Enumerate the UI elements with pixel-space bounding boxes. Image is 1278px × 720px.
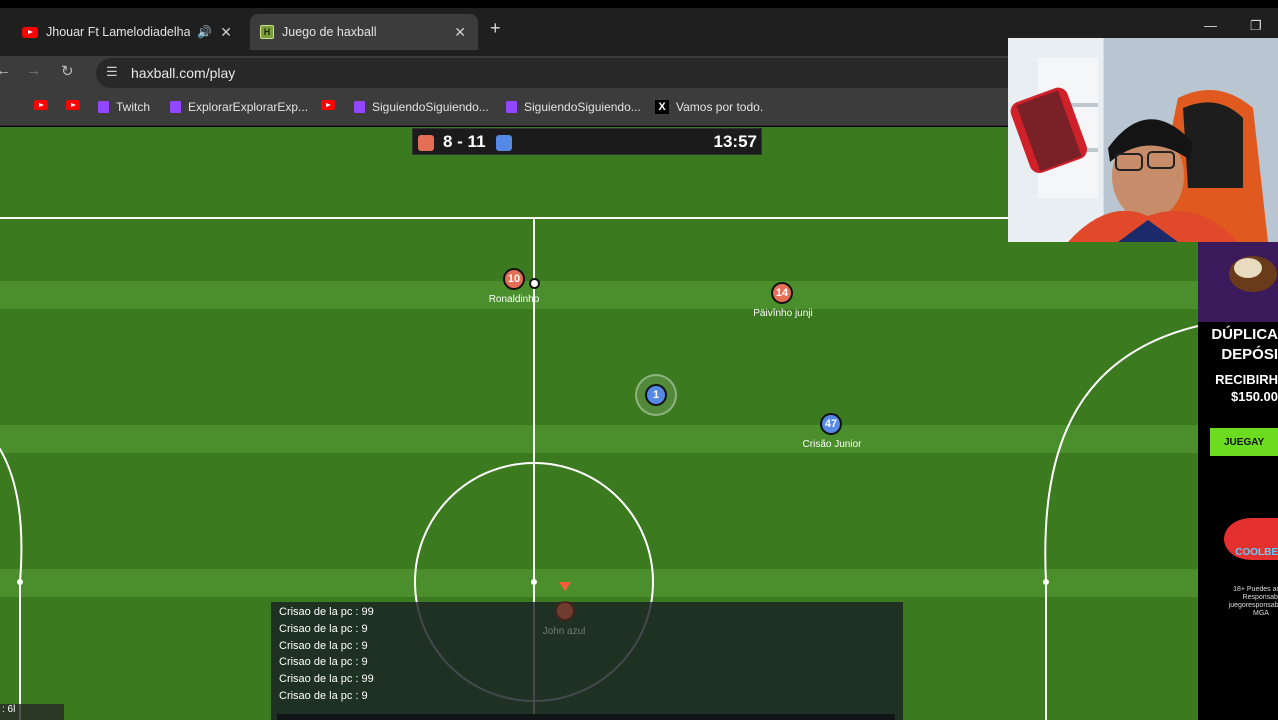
ad-line2: DEPÓSI bbox=[1221, 346, 1278, 363]
player-number: 10 bbox=[507, 273, 521, 285]
close-tab-icon[interactable]: ✕ bbox=[454, 24, 466, 41]
player-name: Ronaldinho bbox=[488, 294, 540, 305]
player-red: 14 bbox=[771, 282, 793, 304]
new-tab-button[interactable]: + bbox=[490, 18, 501, 39]
bookmark-youtube[interactable] bbox=[321, 100, 335, 110]
ad-line1: DÚPLICA bbox=[1211, 326, 1278, 343]
bookmark-x[interactable]: X Vamos por todo. bbox=[655, 100, 763, 114]
youtube-icon bbox=[321, 100, 335, 110]
back-icon[interactable]: ← bbox=[0, 62, 11, 79]
chat-message: Crisao de la pc : 9 bbox=[279, 623, 368, 635]
player-name: John azul bbox=[542, 626, 586, 637]
bookmark-label: ExplorarExplorarExp... bbox=[188, 100, 309, 114]
site-settings-icon[interactable]: ☰ bbox=[106, 64, 118, 80]
advertisement-banner[interactable]: DÚPLICA DEPÓSI RECIBIRH $150.00 JUEGAY C… bbox=[1198, 242, 1278, 632]
blue-team-icon bbox=[496, 135, 512, 151]
webcam-overlay bbox=[1008, 38, 1278, 242]
url-field[interactable]: ☰ haxball.com/play bbox=[96, 58, 1026, 88]
speaker-icon[interactable]: 🔊 bbox=[197, 25, 212, 39]
ad-line4: $150.00 bbox=[1231, 389, 1278, 404]
player-blue-self: 1 bbox=[645, 384, 667, 406]
ad-line3: RECIBIRH bbox=[1215, 372, 1278, 387]
player-ghost bbox=[555, 601, 575, 621]
player-name: Crisão Junior bbox=[802, 439, 862, 450]
player-number: 47 bbox=[824, 418, 838, 430]
bookmark-youtube[interactable] bbox=[66, 100, 80, 110]
webcam-person-image bbox=[1008, 38, 1278, 242]
youtube-icon bbox=[22, 26, 38, 38]
player-blue: 47 bbox=[820, 413, 842, 435]
ad-disclaimer: 18+ Puedes adicti Responsabl juegorespon… bbox=[1228, 586, 1278, 617]
player-number: 1 bbox=[652, 389, 660, 401]
bookmark-twitch[interactable]: SiguiendoSiguiendo... bbox=[506, 100, 641, 114]
x-icon: X bbox=[655, 100, 669, 114]
bookmark-label: SiguiendoSiguiendo... bbox=[372, 100, 489, 114]
forward-icon[interactable]: → bbox=[26, 62, 41, 79]
url-text: haxball.com/play bbox=[131, 65, 236, 81]
twitch-icon bbox=[170, 101, 181, 113]
scoreboard: 8 - 11 13:57 bbox=[412, 128, 762, 155]
corner-stat: : 6l bbox=[0, 704, 64, 720]
ad-background bbox=[1198, 632, 1278, 720]
player-red: 10 bbox=[503, 268, 525, 290]
bookmark-label: SiguiendoSiguiendo... bbox=[524, 100, 641, 114]
youtube-icon bbox=[66, 100, 80, 110]
minimize-icon[interactable]: — bbox=[1204, 18, 1217, 33]
ad-brand: COOLBE bbox=[1235, 547, 1278, 558]
player-name: Päivînho junji bbox=[753, 308, 813, 319]
reload-icon[interactable]: ↻ bbox=[61, 62, 74, 80]
chat-message: Crisao de la pc : 9 bbox=[279, 656, 368, 668]
ad-image bbox=[1198, 242, 1278, 322]
red-team-icon bbox=[418, 135, 434, 151]
chat-message: Crisao de la pc : 9 bbox=[279, 690, 368, 702]
twitch-icon bbox=[354, 101, 365, 113]
bookmark-twitch[interactable]: ExplorarExplorarExp... bbox=[170, 100, 308, 114]
match-clock: 13:57 bbox=[713, 132, 757, 151]
haxball-icon: H bbox=[260, 25, 274, 39]
tab-title: Juego de haxball bbox=[282, 25, 377, 39]
bookmark-twitch[interactable]: SiguiendoSiguiendo... bbox=[354, 100, 489, 114]
twitch-icon bbox=[506, 101, 517, 113]
chat-message: Crisao de la pc : 9 bbox=[279, 640, 368, 652]
close-tab-icon[interactable]: ✕ bbox=[220, 24, 232, 41]
restore-icon[interactable]: ❐ bbox=[1250, 18, 1262, 34]
twitch-icon bbox=[98, 101, 109, 113]
tab-haxball[interactable]: H Juego de haxball ✕ bbox=[250, 14, 478, 50]
score: 8 - 11 bbox=[443, 132, 486, 151]
ball bbox=[529, 278, 540, 289]
ad-cta-button[interactable]: JUEGAY bbox=[1210, 428, 1278, 456]
player-number: 14 bbox=[775, 287, 789, 299]
screen: Jhouar Ft Lamelodiadelham 🔊 ✕ H Juego de… bbox=[0, 0, 1278, 720]
bookmark-youtube[interactable] bbox=[34, 100, 48, 110]
chat-message: Crisao de la pc : 99 bbox=[279, 606, 374, 618]
chat-panel: Crisao de la pc : 99 Crisao de la pc : 9… bbox=[271, 602, 903, 720]
bookmark-label: Twitch bbox=[116, 100, 151, 114]
chat-message: Crisao de la pc : 99 bbox=[279, 673, 374, 685]
bookmark-label: Vamos por todo. bbox=[676, 100, 764, 114]
youtube-icon bbox=[34, 100, 48, 110]
tab-title: Jhouar Ft Lamelodiadelham bbox=[46, 25, 190, 39]
tab-youtube[interactable]: Jhouar Ft Lamelodiadelham 🔊 ✕ bbox=[0, 14, 244, 50]
chat-input[interactable] bbox=[277, 714, 895, 720]
kick-indicator bbox=[559, 582, 571, 591]
bookmark-twitch[interactable]: Twitch bbox=[98, 100, 150, 114]
